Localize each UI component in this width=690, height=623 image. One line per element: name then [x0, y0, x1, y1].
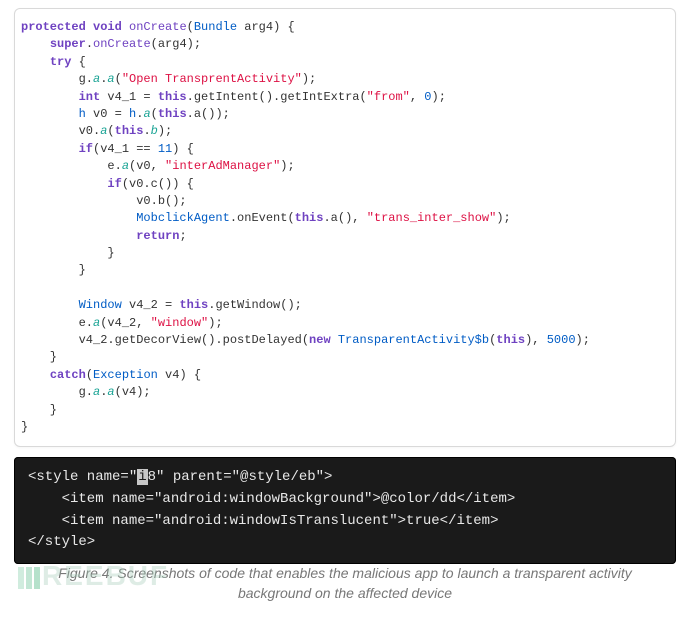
watermark-text: REEBUF — [42, 560, 169, 591]
xml-code-block: <style name="i8" parent="@style/eb"> <it… — [14, 457, 676, 564]
xml-code: <style name="i8" parent="@style/eb"> <it… — [28, 467, 662, 554]
java-code-block: protected void onCreate(Bundle arg4) { s… — [14, 8, 676, 447]
java-code: protected void onCreate(Bundle arg4) { s… — [21, 19, 669, 436]
